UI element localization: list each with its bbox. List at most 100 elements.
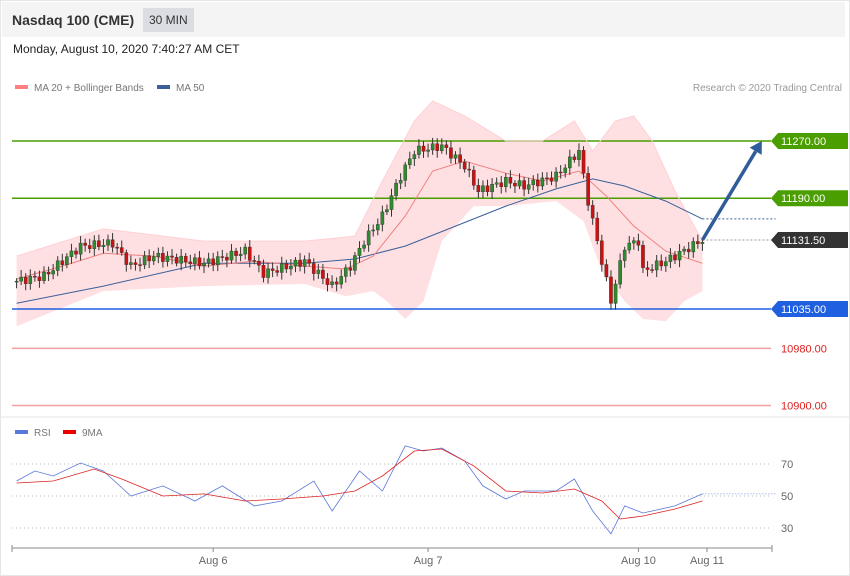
candle — [522, 180, 526, 190]
candle — [83, 242, 87, 246]
candle — [385, 209, 389, 213]
candle — [339, 276, 344, 285]
candle — [353, 255, 357, 271]
candle — [421, 145, 426, 152]
candle — [481, 185, 485, 193]
candle — [412, 154, 417, 160]
candle — [316, 269, 321, 274]
candle — [19, 276, 23, 282]
candle — [531, 179, 536, 185]
candle — [449, 147, 453, 159]
candle — [270, 268, 275, 271]
candle — [37, 276, 42, 281]
candle — [504, 177, 508, 187]
candle — [206, 258, 211, 264]
candle — [92, 240, 97, 249]
candle — [673, 254, 677, 261]
candle — [540, 177, 545, 187]
candle — [28, 275, 33, 284]
candle — [682, 248, 686, 252]
candle — [129, 262, 133, 265]
candle — [225, 256, 229, 261]
rsi-line — [16, 445, 703, 535]
candle — [645, 267, 650, 270]
ma20-legend-swatch — [15, 85, 28, 89]
candle — [138, 264, 142, 266]
candle — [247, 246, 252, 261]
candle — [284, 263, 289, 270]
candle — [279, 263, 284, 273]
candle — [110, 239, 115, 248]
bollinger-band — [16, 101, 703, 327]
candle — [142, 255, 147, 266]
candle — [69, 250, 74, 257]
candle — [106, 239, 110, 246]
candle — [87, 245, 92, 249]
candle — [462, 162, 467, 170]
candle — [119, 247, 124, 253]
ma20-legend-label: MA 20 + Bollinger Bands — [34, 83, 144, 94]
candle — [257, 261, 261, 266]
candle — [330, 281, 334, 285]
candle — [581, 150, 586, 174]
candle — [490, 184, 494, 193]
candle — [101, 245, 106, 247]
forecast-arrow — [700, 150, 758, 241]
candle — [664, 261, 668, 267]
level-label: 10900.00 — [781, 401, 827, 413]
candle — [115, 247, 119, 249]
candle — [394, 182, 398, 196]
candle — [604, 264, 609, 278]
candle — [307, 259, 311, 264]
candle — [609, 276, 613, 304]
candle — [622, 249, 627, 261]
candle — [366, 230, 371, 246]
candle — [417, 145, 421, 155]
candle — [60, 260, 65, 265]
x-tick-label: Aug 7 — [414, 555, 443, 567]
candle — [220, 256, 225, 258]
candle — [426, 149, 430, 152]
candle — [641, 245, 645, 268]
candle — [650, 269, 654, 271]
candle — [389, 195, 394, 210]
chart-widget: Nasdaq 100 (CME) 30 MIN Monday, August 1… — [0, 0, 850, 576]
candle — [444, 144, 449, 148]
candle — [124, 252, 129, 265]
candle — [202, 262, 206, 267]
candle — [133, 262, 138, 265]
candle — [600, 240, 604, 265]
candle — [321, 269, 325, 279]
candle — [266, 268, 270, 278]
candle — [554, 171, 558, 182]
level-label: 11270.00 — [781, 136, 826, 148]
candle — [243, 246, 247, 255]
candle — [151, 256, 156, 262]
candle — [238, 253, 243, 256]
candle — [311, 263, 316, 274]
candle — [179, 255, 183, 264]
candle — [430, 143, 435, 151]
candle — [174, 257, 179, 264]
candle — [334, 281, 339, 285]
candle — [568, 156, 572, 169]
credit-text: Research © 2020 Trading Central — [693, 83, 842, 94]
ma50-legend-label: MA 50 — [176, 83, 205, 94]
candle — [275, 270, 279, 273]
level-label: 11190.00 — [781, 193, 825, 205]
candle — [161, 253, 165, 262]
candle — [51, 270, 55, 275]
candle — [46, 271, 51, 275]
candle — [536, 179, 540, 187]
candle — [23, 276, 28, 284]
candle — [691, 241, 696, 253]
candle — [362, 244, 366, 249]
candle — [183, 255, 188, 263]
candle — [549, 177, 554, 182]
candle — [33, 275, 37, 278]
candle — [229, 250, 234, 261]
candle — [234, 250, 238, 256]
candle — [517, 180, 522, 187]
candle — [298, 259, 302, 267]
candle — [586, 173, 590, 206]
